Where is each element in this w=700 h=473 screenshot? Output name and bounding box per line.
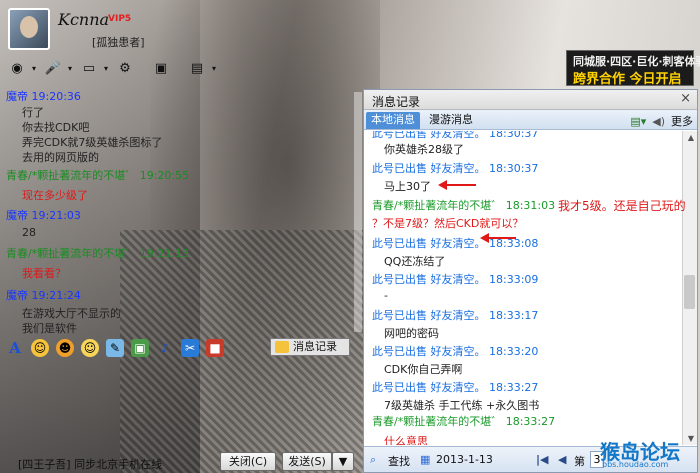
contact-nickname: Kcnna bbox=[58, 10, 110, 29]
scroll-up-icon[interactable]: ▲ bbox=[688, 133, 694, 142]
chat-header: 青春/*颗扯著流年的不堪゛ 19:20:55 bbox=[6, 169, 190, 182]
send-options-dropdown[interactable]: ▼ bbox=[332, 452, 354, 471]
history-titlebar: 消息记录 × bbox=[364, 90, 697, 110]
search-icon[interactable]: ⌕ bbox=[370, 453, 376, 467]
screenshot-icon[interactable]: ✂ bbox=[181, 339, 199, 357]
message-record-button[interactable]: 消息记录 bbox=[270, 338, 350, 356]
history-header: 此号已出售 好友清空。 18:33:09 bbox=[372, 273, 539, 286]
history-message: ？不是7级？然后CKD就可以？ bbox=[372, 217, 524, 230]
message-record-label: 消息记录 bbox=[293, 340, 337, 353]
history-transcript[interactable]: 此号已出售 好友清空。 18:30:37 你英雄杀28级了 此号已出售 好友清空… bbox=[364, 131, 682, 445]
history-message: QQ还冻结了 bbox=[384, 255, 446, 268]
folder-transfer-icon[interactable]: ▭ ▾ bbox=[78, 60, 108, 78]
history-tabs: 本地消息 漫游消息 ▤▾ ◀) 更多 bbox=[364, 110, 697, 130]
page-label: 第 bbox=[574, 455, 585, 468]
chat-header: 魔帝 19:21:24 bbox=[6, 289, 81, 302]
message-manager-icon[interactable]: ▤▾ bbox=[630, 115, 646, 128]
camera-icon[interactable]: ◉ ▾ bbox=[6, 60, 36, 78]
chat-message: 28 bbox=[22, 226, 36, 239]
chat-message: 在游戏大厅不显示的 bbox=[22, 307, 121, 320]
input-toolbar: A ☺ ☻ ☺ ✎ ▣ ♪ ✂ ■ bbox=[6, 338, 224, 358]
handwrite-icon[interactable]: ✎ bbox=[106, 339, 124, 357]
shake-icon[interactable]: ☺ bbox=[81, 339, 99, 357]
remote-assist-icon[interactable]: ⚙ bbox=[114, 60, 136, 78]
qq-chat-window: Kcnna VIP5 [孤独患者] ◉ ▾ 🎤 ▾ ▭ ▾ ⚙ ▣ ▤ ▾ 同城服·四区… bbox=[0, 0, 700, 473]
history-message: CDK你自己弄啊 bbox=[384, 363, 463, 376]
message-history-panel: 消息记录 × 本地消息 漫游消息 ▤▾ ◀) 更多 此号已出售 好友清空。 18… bbox=[363, 89, 698, 473]
speaker-icon[interactable]: ◀) bbox=[652, 115, 665, 128]
message-record-icon bbox=[275, 341, 289, 353]
vip-badge: VIP5 bbox=[108, 14, 132, 24]
font-icon[interactable]: A bbox=[6, 339, 24, 357]
chat-message: 现在多少级了 bbox=[22, 189, 88, 202]
history-title: 消息记录 bbox=[372, 95, 421, 109]
history-message: - bbox=[384, 289, 388, 302]
history-tools: ▤▾ ◀) 更多 bbox=[630, 113, 693, 129]
chat-scrollbar[interactable] bbox=[354, 92, 362, 332]
chat-header: 魔帝 19:21:03 bbox=[6, 209, 81, 222]
history-header: 此号已出售 好友清空。 18:33:27 bbox=[372, 381, 539, 394]
annotation-arrowhead-1 bbox=[480, 233, 489, 243]
first-page-icon[interactable]: |◀ bbox=[536, 453, 548, 466]
chat-header: 魔帝 19:20:36 bbox=[6, 90, 81, 103]
chat-transcript[interactable]: 魔帝 19:20:36 行了 你去找CDK吧 弄完CDK就7级英雄杀图标了 去用… bbox=[0, 86, 360, 334]
calendar-icon[interactable]: ▦ bbox=[420, 453, 430, 466]
date-display[interactable]: 2013-1-13 bbox=[436, 453, 493, 466]
chat-message: 你去找CDK吧 bbox=[22, 121, 90, 134]
more-button[interactable]: 更多 bbox=[671, 113, 693, 129]
magic-emoji-icon[interactable]: ☻ bbox=[56, 339, 74, 357]
app-box-icon[interactable]: ▤ ▾ bbox=[186, 60, 216, 78]
watermark-url: bbs.houdao.com bbox=[602, 460, 669, 469]
history-message: 什么意思 bbox=[384, 435, 428, 445]
gift-icon[interactable]: ■ bbox=[206, 339, 224, 357]
close-button[interactable]: 关闭(C) bbox=[220, 452, 276, 471]
image-icon[interactable]: ▣ bbox=[131, 339, 149, 357]
history-header: 青春/*颗扯著流年的不堪゛ 18:31:03 bbox=[372, 199, 556, 212]
close-icon[interactable]: × bbox=[680, 91, 691, 106]
history-header: 此号已出售 好友清空。 18:33:17 bbox=[372, 309, 539, 322]
annotation-note: 我才5级。还是自己玩的 bbox=[558, 199, 686, 213]
chat-message: 弄完CDK就7级英雄杀图标了 bbox=[22, 136, 163, 149]
history-message: 你英雄杀28级了 bbox=[384, 143, 464, 156]
emoji-icon[interactable]: ☺ bbox=[31, 339, 49, 357]
avatar[interactable] bbox=[8, 8, 50, 50]
history-header: 此号已出售 好友清空。 18:30:37 bbox=[372, 131, 539, 140]
chat-message: 我们是软件 bbox=[22, 322, 77, 334]
ad-banner-line2: 跨界合作 今日开启 bbox=[573, 72, 682, 87]
chat-header: 青春/*颗扯著流年的不堪゛ 19:21:13 bbox=[6, 247, 190, 260]
forum-watermark: 猴岛论坛 bbs.houdao.com bbox=[600, 436, 696, 470]
ad-banner[interactable]: 同城服·四区·巨化·刺客体验 跨界合作 今日开启 bbox=[566, 50, 700, 87]
microphone-icon[interactable]: 🎤 ▾ bbox=[42, 60, 72, 78]
search-button[interactable]: 查找 bbox=[388, 453, 410, 469]
history-header: 此号已出售 好友清空。 18:33:20 bbox=[372, 345, 539, 358]
status-text: [四王子吾] 同步北京手机在线 bbox=[18, 458, 163, 471]
screen-share-icon[interactable]: ▣ bbox=[150, 60, 172, 78]
annotation-arrow-1 bbox=[488, 237, 516, 239]
message-input[interactable] bbox=[0, 360, 360, 452]
chat-message: 去用的网页版的 bbox=[22, 151, 99, 164]
history-message: 7级英雄杀 手工代练 +永久图书 bbox=[384, 399, 540, 412]
music-icon[interactable]: ♪ bbox=[156, 339, 174, 357]
chat-message: 我看看？ bbox=[22, 267, 66, 280]
send-button[interactable]: 发送(S) bbox=[282, 452, 332, 471]
history-scrollbar[interactable]: ▲ ▼ bbox=[682, 131, 697, 445]
tab-local-messages[interactable]: 本地消息 bbox=[366, 112, 420, 129]
scroll-thumb[interactable] bbox=[684, 275, 695, 309]
avatar-face bbox=[20, 16, 38, 38]
contact-signature: [孤独患者] bbox=[92, 36, 145, 49]
history-message: 网吧的密码 bbox=[384, 327, 439, 340]
ad-banner-line1: 同城服·四区·巨化·刺客体验 bbox=[573, 55, 700, 68]
prev-page-icon[interactable]: ◀ bbox=[558, 453, 566, 466]
history-header: 此号已出售 好友清空。 18:30:37 bbox=[372, 162, 539, 175]
annotation-arrowhead-2 bbox=[438, 180, 447, 190]
chat-message: 行了 bbox=[22, 106, 44, 119]
tab-roaming-messages[interactable]: 漫游消息 bbox=[424, 112, 478, 129]
annotation-arrow-2 bbox=[446, 184, 476, 186]
history-header: 青春/*颗扯著流年的不堪゛ 18:33:27 bbox=[372, 415, 556, 428]
top-toolbar: ◉ ▾ 🎤 ▾ ▭ ▾ ⚙ ▣ ▤ ▾ bbox=[6, 58, 216, 80]
history-message: 马上30了 bbox=[384, 180, 431, 193]
